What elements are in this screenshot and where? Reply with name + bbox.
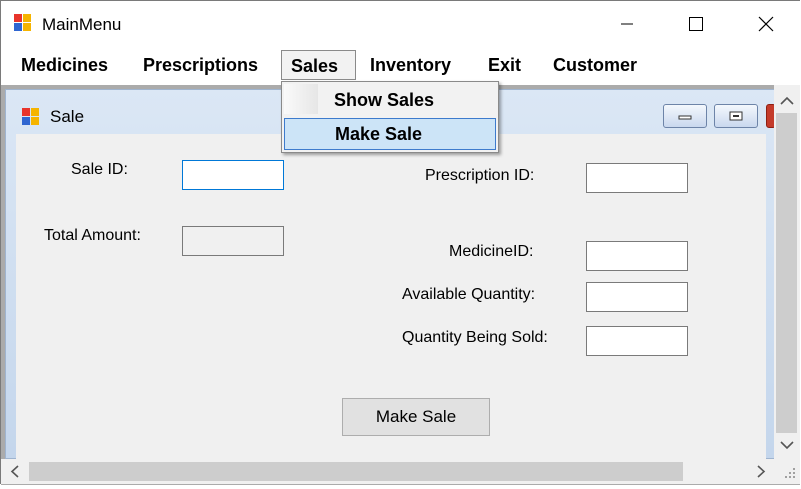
chevron-left-icon[interactable] [3,459,27,484]
maximize-button[interactable] [661,1,731,47]
app-icon [14,14,32,32]
available-quantity-label: Available Quantity: [402,286,536,303]
minimize-button[interactable] [592,1,662,47]
dropdown-item-make-sale[interactable]: Make Sale [284,118,496,150]
title-bar: MainMenu [1,1,800,47]
sale-form: Sale ID: Total Amount: Prescription ID: … [16,134,766,460]
vertical-scrollbar[interactable] [774,85,800,459]
menu-item-inventory[interactable]: Inventory [361,50,460,80]
horizontal-scrollbar[interactable] [1,459,774,484]
sale-id-label: Sale ID: [71,161,128,178]
quantity-sold-field[interactable] [586,326,688,356]
child-restore-button[interactable] [714,104,758,128]
menu-item-customer[interactable]: Customer [544,50,646,80]
quantity-sold-label: Quantity Being Sold: [402,329,548,346]
size-grip-icon [785,468,795,478]
menu-item-prescriptions[interactable]: Prescriptions [134,50,267,80]
medicine-id-field[interactable] [586,241,688,271]
total-amount-field[interactable] [182,226,284,256]
child-minimize-button[interactable] [663,104,707,128]
horizontal-scroll-thumb[interactable] [29,462,683,481]
chevron-up-icon[interactable] [774,89,800,113]
menu-item-medicines[interactable]: Medicines [12,50,117,80]
prescription-id-field[interactable] [586,163,688,193]
maximize-icon [689,17,703,31]
minimize-icon [678,115,692,120]
available-quantity-field[interactable] [586,282,688,312]
menu-bar: Medicines Prescriptions Sales Inventory … [1,47,800,85]
chevron-right-icon[interactable] [749,459,773,484]
child-app-icon [22,108,40,126]
window-title: MainMenu [42,15,122,34]
sales-dropdown-menu: Show Sales Make Sale [281,81,499,153]
menu-item-sales[interactable]: Sales [281,50,356,80]
close-icon [758,16,774,32]
menu-item-exit[interactable]: Exit [479,50,530,80]
minimize-icon [621,23,633,25]
vertical-scroll-thumb[interactable] [776,113,797,433]
sale-id-field[interactable] [182,160,284,190]
child-window-title: Sale [50,107,85,126]
total-amount-label: Total Amount: [44,227,141,244]
make-sale-button[interactable]: Make Sale [342,398,490,436]
main-window: MainMenu Medicines Prescriptions Sales I… [0,0,800,485]
chevron-down-icon[interactable] [774,433,800,457]
medicine-id-label: MedicineID: [449,243,534,260]
close-button[interactable] [731,1,801,47]
dropdown-item-show-sales[interactable]: Show Sales [284,85,496,117]
prescription-id-label: Prescription ID: [425,167,535,184]
size-grip[interactable] [774,459,800,484]
restore-icon [729,111,743,121]
